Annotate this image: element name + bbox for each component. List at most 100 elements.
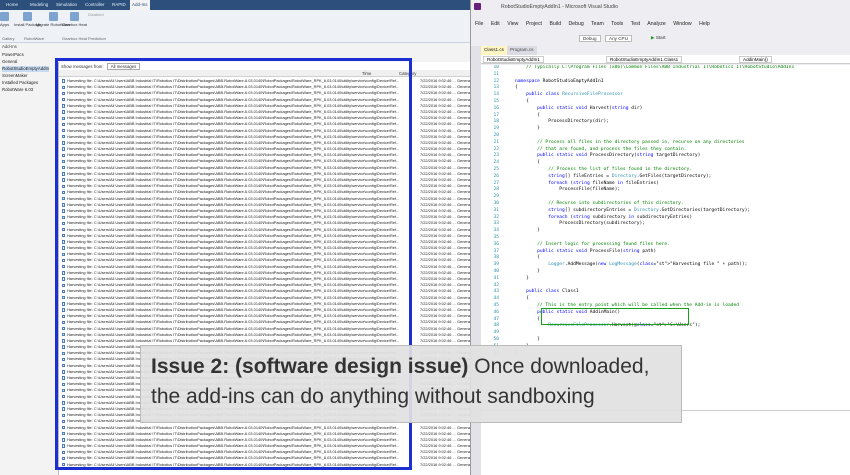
nav-class-select[interactable]: RobotStudioEmptyAddIn1.Class1 xyxy=(606,56,683,63)
tab-add-ins[interactable]: Add-Ins xyxy=(130,0,150,10)
code-line[interactable]: 46 public static void AddinMain() xyxy=(481,310,850,317)
code-line[interactable]: 14 public class RecursiveFileProcessor xyxy=(481,92,850,99)
info-icon xyxy=(62,432,66,436)
line-number: 16 xyxy=(493,105,499,111)
output-header: Time Category xyxy=(59,70,470,77)
info-icon xyxy=(62,116,66,120)
menu-edit[interactable]: Edit xyxy=(491,21,500,27)
line-number: 39 xyxy=(493,262,499,268)
tree-item-screenmaker[interactable]: ScreenMaker xyxy=(2,73,28,79)
start-button[interactable]: ▶ Start xyxy=(651,35,666,41)
code-line[interactable]: 40 } xyxy=(481,269,850,276)
code-line[interactable]: 43 public class Class1 xyxy=(481,289,850,296)
code-line[interactable]: 25 // Process the list of files found in… xyxy=(481,167,850,174)
menu-test[interactable]: Test xyxy=(631,21,641,27)
info-icon xyxy=(62,190,66,195)
info-icon xyxy=(62,258,66,263)
tab-controller[interactable]: Controller xyxy=(83,0,107,10)
info-icon xyxy=(62,196,66,201)
menu-build[interactable]: Build xyxy=(549,21,561,27)
tree-item-installed-packages[interactable]: Installed Packages xyxy=(2,80,38,86)
info-icon xyxy=(62,463,66,467)
output-row-message: Harvesting file: C:\Users\All Users\ABB … xyxy=(67,461,400,467)
info-icon xyxy=(62,388,66,393)
code-line[interactable]: 11 xyxy=(481,72,850,79)
code-line[interactable]: 24 { xyxy=(481,160,850,167)
menu-tools[interactable]: Tools xyxy=(611,21,623,27)
tab-class1[interactable]: Class1.cs xyxy=(481,46,507,55)
apps-button[interactable]: Apps xyxy=(0,12,9,27)
code-text: // Recurse into subdirectories of this d… xyxy=(515,201,684,206)
tree-item-general[interactable]: General xyxy=(2,59,17,65)
menu-view[interactable]: View xyxy=(507,21,518,27)
code-line[interactable]: 41 } xyxy=(481,276,850,283)
code-line[interactable]: 20 xyxy=(481,133,850,140)
output-row-category: General xyxy=(457,461,470,467)
code-text: } xyxy=(515,269,540,274)
line-number: 45 xyxy=(493,303,499,308)
info-icon xyxy=(62,326,66,331)
code-line[interactable]: 12 namespace RobotStudioEmptyAddIn1 xyxy=(481,79,850,86)
info-icon xyxy=(62,351,66,356)
code-line[interactable]: 45 // This is the entry point which will… xyxy=(481,303,850,310)
info-icon xyxy=(62,370,66,374)
menu-team[interactable]: Team xyxy=(591,21,604,27)
menu-analyze[interactable]: Analyze xyxy=(647,21,665,27)
line-number: 50 xyxy=(493,337,499,342)
column-category[interactable]: Category xyxy=(399,71,416,76)
menu-help[interactable]: Help xyxy=(699,21,710,27)
ribbon-group-robotware: RobotWare xyxy=(24,36,45,41)
info-icon xyxy=(62,271,66,275)
migrate-icon xyxy=(48,12,58,21)
code-text: public static void Harvest(string dir) xyxy=(537,105,643,111)
tab-rapid[interactable]: RAPID xyxy=(110,0,128,10)
gearbox-heat-button[interactable]: Gearbox Heat xyxy=(62,12,87,27)
code-line[interactable]: 44 { xyxy=(481,296,850,303)
code-line[interactable]: 10 // Typically C:\Program Files (x86)\C… xyxy=(481,65,850,72)
tree-item-robotware[interactable]: RobotWare 6.03 xyxy=(2,87,33,93)
code-line[interactable]: 28 ProcessFile(fileName); xyxy=(481,187,850,194)
code-line[interactable]: 30 // Recurse into subdirectories of thi… xyxy=(481,201,850,208)
configuration-select[interactable]: Debug xyxy=(579,35,601,42)
line-number: 49 xyxy=(493,330,499,336)
tree-item-powerpacs[interactable]: PowerPacs xyxy=(2,52,24,58)
code-line[interactable]: 36 // Insert logic for processing found … xyxy=(481,242,850,249)
column-time[interactable]: Time xyxy=(362,71,371,76)
code-line[interactable]: 31 string[] subdirectoryEntries = Direct… xyxy=(481,208,850,215)
info-icon xyxy=(62,283,66,287)
code-line[interactable]: 29 xyxy=(481,194,850,201)
tree-item-empty-addin[interactable]: RobotStudioEmptyAddIn xyxy=(2,66,50,72)
output-row[interactable]: Harvesting file: C:\Users\All Users\ABB … xyxy=(59,462,470,468)
code-text: // This is the entry point which will be… xyxy=(515,303,740,308)
disabled-button[interactable]: Disabled xyxy=(88,12,104,17)
code-line[interactable]: 19 } xyxy=(481,126,850,133)
info-icon xyxy=(62,277,66,281)
code-line[interactable]: 48 RecursiveFileProcessor.Harvest(@class… xyxy=(481,323,850,330)
code-line[interactable]: 26 string[] fileEntries = Directory.GetF… xyxy=(481,174,850,181)
code-line[interactable]: 16 public static void Harvest(string dir… xyxy=(481,106,850,113)
menu-project[interactable]: Project xyxy=(526,21,542,27)
menu-debug[interactable]: Debug xyxy=(568,21,583,27)
tab-modeling[interactable]: Modeling xyxy=(28,0,50,10)
platform-select[interactable]: Any CPU xyxy=(605,35,632,42)
nav-project-select[interactable]: RobotStudioEmptyAddIn1 xyxy=(483,56,544,63)
tab-simulation[interactable]: Simulation xyxy=(54,0,79,10)
code-line[interactable]: 49 xyxy=(481,330,850,337)
menu-file[interactable]: File xyxy=(475,21,483,27)
tab-home[interactable]: Home xyxy=(4,0,20,10)
code-line[interactable]: 35 xyxy=(481,235,850,242)
info-icon xyxy=(62,357,66,362)
code-line[interactable]: 34 } xyxy=(481,228,850,235)
tab-program[interactable]: Program.cs xyxy=(507,46,537,55)
info-icon xyxy=(62,376,66,380)
code-text: } xyxy=(515,228,540,234)
code-line[interactable]: 50 } xyxy=(481,337,850,344)
menu-window[interactable]: Window xyxy=(673,21,691,27)
info-icon xyxy=(62,184,66,188)
show-messages-select[interactable]: All messages xyxy=(106,63,141,70)
nav-member-select[interactable]: AddinMain() xyxy=(739,56,772,63)
code-line[interactable]: 39 Logger.AddMessage(new LogMessage(clas… xyxy=(481,262,850,269)
code-line[interactable]: 15 { xyxy=(481,99,850,106)
code-line[interactable]: 21 // Process all files in the directory… xyxy=(481,140,850,147)
info-icon xyxy=(62,320,66,325)
